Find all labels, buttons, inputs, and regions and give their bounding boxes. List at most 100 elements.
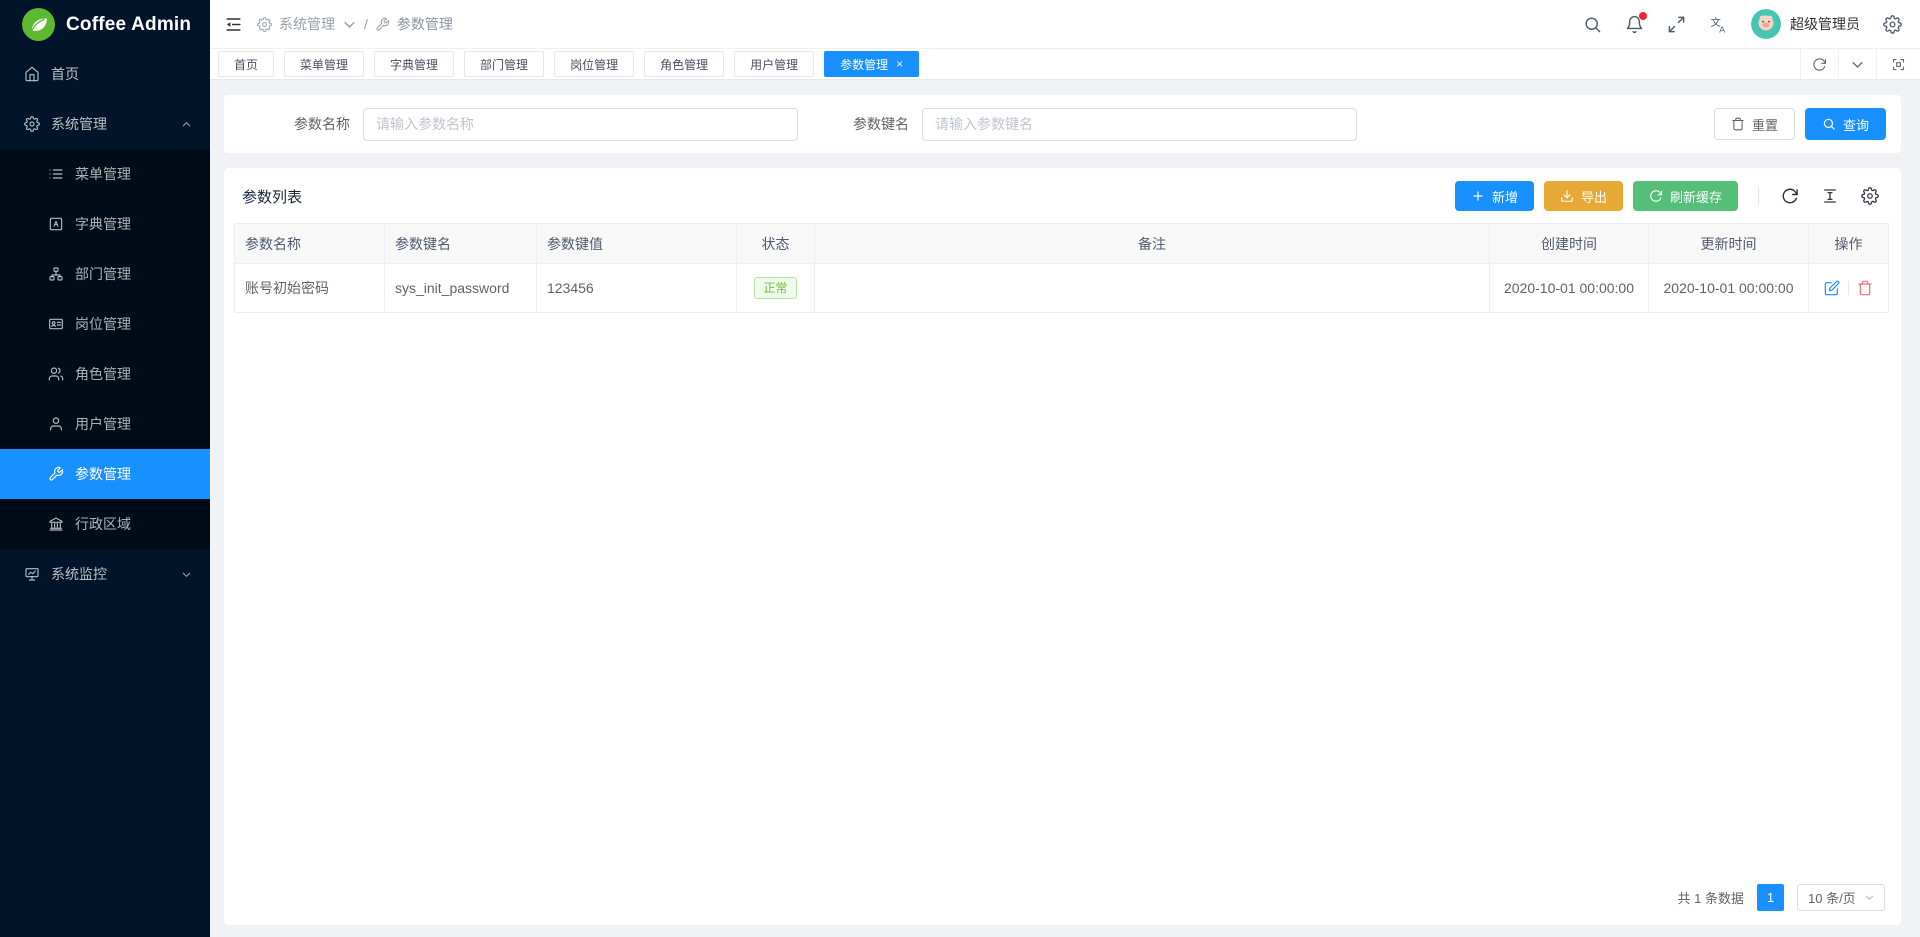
bank-icon bbox=[48, 516, 64, 532]
tabs-bar: 首页 菜单管理 字典管理 部门管理 岗位管理 角色管理 用户管理 参数管理 bbox=[210, 49, 1920, 80]
sidebar-item-label: 行政区域 bbox=[75, 514, 131, 534]
trash-icon bbox=[1731, 117, 1745, 131]
pagination-total: 共 1 条数据 bbox=[1678, 888, 1744, 907]
search-form-card: 参数名称 参数键名 重置 查询 bbox=[224, 95, 1901, 153]
page-size-select[interactable]: 10 条/页 bbox=[1797, 884, 1885, 911]
navbar-left: 系统管理 / 参数管理 bbox=[224, 14, 453, 34]
refresh-cache-button[interactable]: 刷新缓存 bbox=[1633, 181, 1738, 211]
table-wrap: 参数名称 参数键名 参数键值 状态 备注 创建时间 更新时间 操作 bbox=[224, 223, 1901, 313]
sidebar-item-post-mgmt[interactable]: 岗位管理 bbox=[0, 299, 210, 349]
cell-param-name: 账号初始密码 bbox=[235, 264, 385, 313]
tab-menu-mgmt[interactable]: 菜单管理 bbox=[284, 51, 364, 77]
tab-home[interactable]: 首页 bbox=[218, 51, 274, 77]
sidebar-item-menu-mgmt[interactable]: 菜单管理 bbox=[0, 149, 210, 199]
tab-post-mgmt[interactable]: 岗位管理 bbox=[554, 51, 634, 77]
chevron-up-icon bbox=[181, 119, 192, 130]
pagination-page-1[interactable]: 1 bbox=[1757, 884, 1784, 911]
user-menu[interactable]: 超级管理员 bbox=[1751, 9, 1860, 39]
table-header-row: 参数名称 参数键名 参数键值 状态 备注 创建时间 更新时间 操作 bbox=[235, 224, 1889, 264]
col-update-time: 更新时间 bbox=[1649, 224, 1809, 264]
fullscreen-icon[interactable] bbox=[1667, 15, 1686, 34]
id-badge-icon bbox=[48, 316, 64, 332]
content-fullscreen-icon[interactable] bbox=[1876, 49, 1920, 79]
cell-param-value: 123456 bbox=[537, 264, 737, 313]
col-param-name: 参数名称 bbox=[235, 224, 385, 264]
sidebar-item-user-mgmt[interactable]: 用户管理 bbox=[0, 399, 210, 449]
divider bbox=[1758, 187, 1759, 205]
col-create-time: 创建时间 bbox=[1490, 224, 1649, 264]
tab-param-mgmt[interactable]: 参数管理 bbox=[824, 51, 919, 77]
edit-icon[interactable] bbox=[1824, 280, 1840, 296]
table-row: 账号初始密码 sys_init_password 123456 正常 2020-… bbox=[235, 264, 1889, 313]
sidebar-item-param-mgmt[interactable]: 参数管理 bbox=[0, 449, 210, 499]
export-button[interactable]: 导出 bbox=[1544, 181, 1623, 211]
cell-update-time: 2020-10-01 00:00:00 bbox=[1649, 264, 1809, 313]
tab-role-mgmt[interactable]: 角色管理 bbox=[644, 51, 724, 77]
cell-remark bbox=[815, 264, 1490, 313]
reset-label: 重置 bbox=[1752, 115, 1778, 134]
tab-label: 用户管理 bbox=[750, 56, 798, 73]
tabs-controls bbox=[1800, 49, 1920, 79]
sidebar-item-role-mgmt[interactable]: 角色管理 bbox=[0, 349, 210, 399]
add-button[interactable]: 新增 bbox=[1455, 181, 1534, 211]
chevron-down-icon bbox=[181, 569, 192, 580]
search-icon[interactable] bbox=[1583, 15, 1602, 34]
settings-gear-icon[interactable] bbox=[1883, 15, 1902, 34]
cell-create-time: 2020-10-01 00:00:00 bbox=[1490, 264, 1649, 313]
search-button[interactable]: 查询 bbox=[1805, 108, 1886, 140]
breadcrumb: 系统管理 / 参数管理 bbox=[257, 14, 453, 34]
column-settings-gear-icon[interactable] bbox=[1861, 187, 1879, 205]
sidebar-item-label: 参数管理 bbox=[75, 464, 131, 484]
dictionary-icon bbox=[48, 216, 64, 232]
app-title: Coffee Admin bbox=[66, 14, 191, 36]
tab-dept-mgmt[interactable]: 部门管理 bbox=[464, 51, 544, 77]
export-label: 导出 bbox=[1581, 187, 1607, 206]
leaf-logo-icon bbox=[22, 8, 55, 41]
close-icon[interactable] bbox=[896, 58, 903, 70]
download-icon bbox=[1560, 189, 1574, 203]
param-list-card: 参数列表 新增 导出 刷新缓存 bbox=[224, 168, 1901, 925]
sidebar-item-dict-mgmt[interactable]: 字典管理 bbox=[0, 199, 210, 249]
sidebar-item-dept-mgmt[interactable]: 部门管理 bbox=[0, 249, 210, 299]
refresh-page-icon[interactable] bbox=[1800, 49, 1838, 79]
app-logo[interactable]: Coffee Admin bbox=[0, 0, 210, 49]
refresh-icon bbox=[1649, 189, 1663, 203]
sidebar-menu: 首页 系统管理 菜单管理 字典管理 部门管理 bbox=[0, 49, 210, 937]
chevron-down-icon bbox=[342, 17, 357, 32]
breadcrumb-section[interactable]: 系统管理 bbox=[279, 14, 335, 34]
sidebar-item-admin-region[interactable]: 行政区域 bbox=[0, 499, 210, 549]
gear-icon bbox=[24, 116, 40, 132]
sidebar-item-system-monitor[interactable]: 系统监控 bbox=[0, 549, 210, 599]
breadcrumb-separator: / bbox=[364, 16, 368, 32]
sidebar-item-label: 岗位管理 bbox=[75, 314, 131, 334]
refresh-table-icon[interactable] bbox=[1781, 187, 1799, 205]
breadcrumb-current: 参数管理 bbox=[397, 14, 453, 34]
org-tree-icon bbox=[48, 266, 64, 282]
param-name-input[interactable] bbox=[363, 108, 798, 141]
collapse-sidebar-icon[interactable] bbox=[224, 15, 243, 34]
notification-bell-icon[interactable] bbox=[1625, 15, 1644, 34]
translate-icon[interactable] bbox=[1709, 15, 1728, 34]
tab-dict-mgmt[interactable]: 字典管理 bbox=[374, 51, 454, 77]
sidebar-item-label: 首页 bbox=[51, 64, 79, 84]
plus-icon bbox=[1471, 189, 1485, 203]
tabs-list: 首页 菜单管理 字典管理 部门管理 岗位管理 角色管理 用户管理 参数管理 bbox=[218, 51, 1800, 77]
tab-label: 角色管理 bbox=[660, 56, 708, 73]
delete-icon[interactable] bbox=[1857, 280, 1873, 296]
status-badge: 正常 bbox=[754, 277, 796, 299]
search-label: 查询 bbox=[1843, 115, 1869, 134]
sidebar-item-home[interactable]: 首页 bbox=[0, 49, 210, 99]
row-density-icon[interactable] bbox=[1821, 187, 1839, 205]
reset-button[interactable]: 重置 bbox=[1714, 108, 1795, 140]
list-icon bbox=[48, 166, 64, 182]
col-param-key: 参数键名 bbox=[385, 224, 537, 264]
tab-user-mgmt[interactable]: 用户管理 bbox=[734, 51, 814, 77]
sidebar-item-label: 系统管理 bbox=[51, 114, 107, 134]
tabs-menu-chevron-icon[interactable] bbox=[1838, 49, 1876, 79]
app-root: Coffee Admin 首页 系统管理 菜单管理 字典管理 bbox=[0, 0, 1920, 937]
col-actions: 操作 bbox=[1809, 224, 1889, 264]
param-key-input[interactable] bbox=[922, 108, 1357, 141]
card-title: 参数列表 bbox=[242, 186, 302, 207]
tab-label: 岗位管理 bbox=[570, 56, 618, 73]
sidebar-item-system-mgmt[interactable]: 系统管理 bbox=[0, 99, 210, 149]
